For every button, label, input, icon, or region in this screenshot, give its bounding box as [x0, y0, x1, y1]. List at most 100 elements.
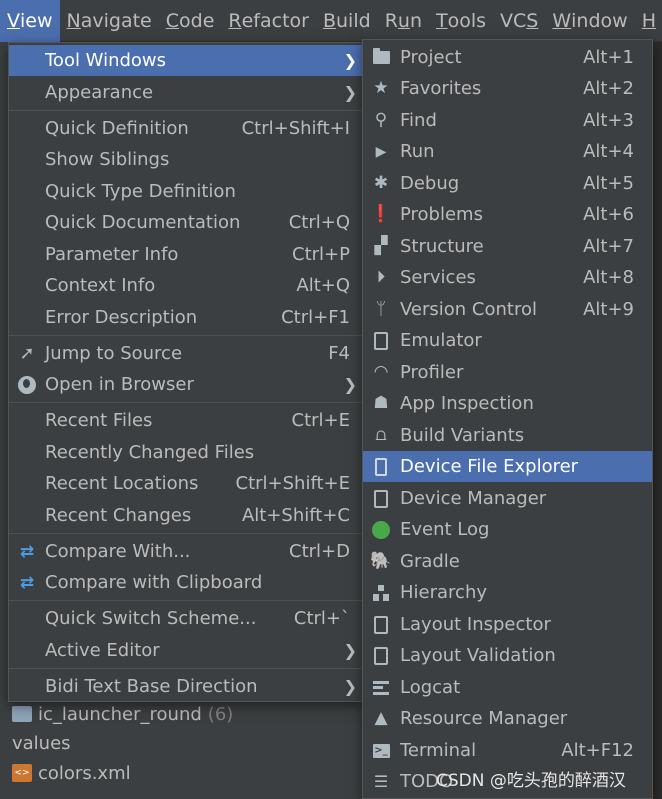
logcat-icon	[370, 677, 392, 699]
menu-item-shortcut: F4	[328, 343, 350, 364]
chevron-right-icon: ❯	[343, 83, 357, 102]
menu-item-problems[interactable]: ❗ Problems Alt+6	[363, 199, 652, 230]
folder-icon	[370, 47, 392, 69]
compare-icon: ⇄	[19, 541, 35, 562]
menu-item-project[interactable]: Project Alt+1	[363, 42, 652, 73]
menu-refactor[interactable]: Refactor	[221, 0, 316, 42]
menu-item-find[interactable]: ⚲ Find Alt+3	[363, 105, 652, 136]
menu-item-label: Emulator	[400, 330, 482, 351]
menu-item-terminal[interactable]: >_ Terminal Alt+F12	[363, 735, 652, 766]
menu-tools[interactable]: Tools	[429, 0, 493, 42]
android-icon: ⩍	[375, 425, 387, 445]
globe-icon	[16, 374, 38, 396]
menu-item-quick-type-definition[interactable]: Quick Type Definition	[9, 176, 362, 207]
menu-item-shortcut: Alt+F12	[561, 740, 634, 761]
layout-validation-icon	[370, 645, 392, 667]
menu-item-label: Event Log	[400, 519, 490, 540]
project-tree: ic_launcher_round (6) values <> colors.x…	[0, 700, 362, 799]
tree-row-label: colors.xml	[38, 762, 131, 784]
menu-item-gradle[interactable]: 🐘 Gradle	[363, 546, 652, 577]
menu-item-bidi-text-base-direction[interactable]: Bidi Text Base Direction ❯	[9, 671, 362, 702]
menu-item-compare-with[interactable]: ⇄ Compare With... Ctrl+D	[9, 536, 362, 567]
menu-item-parameter-info[interactable]: Parameter Info Ctrl+P	[9, 239, 362, 270]
menu-item-label: Compare with Clipboard	[45, 572, 263, 593]
menu-separator	[9, 533, 362, 534]
menu-item-event-log[interactable]: Event Log	[363, 514, 652, 545]
menu-item-show-siblings[interactable]: Show Siblings	[9, 144, 362, 175]
chevron-right-icon: ❯	[343, 641, 357, 660]
menu-item-profiler[interactable]: ◠ Profiler	[363, 357, 652, 388]
menu-window[interactable]: Window	[545, 0, 634, 42]
menu-run[interactable]: Run	[378, 0, 429, 42]
app-inspection-icon: ☗	[373, 393, 389, 413]
menu-item-recent-changes[interactable]: Recent Changes Alt+Shift+C	[9, 500, 362, 531]
menu-item-error-description[interactable]: Error Description Ctrl+F1	[9, 302, 362, 333]
menu-item-tool-windows[interactable]: Tool Windows ❯	[9, 45, 362, 76]
menu-code[interactable]: Code	[159, 0, 222, 42]
menu-item-context-info[interactable]: Context Info Alt+Q	[9, 270, 362, 301]
tree-row[interactable]: values	[12, 729, 71, 757]
menu-item-layout-validation[interactable]: Layout Validation	[363, 640, 652, 671]
menu-item-recent-locations[interactable]: Recent Locations Ctrl+Shift+E	[9, 468, 362, 499]
menu-separator	[9, 668, 362, 669]
version-control-icon: ᛘ	[375, 299, 387, 319]
menu-item-label: Context Info	[45, 275, 156, 296]
watermark: CSDN @吃头孢的醉酒汉	[436, 771, 626, 791]
menu-item-quick-switch-scheme[interactable]: Quick Switch Scheme... Ctrl+`	[9, 603, 362, 634]
menu-item-app-inspection[interactable]: ☗ App Inspection	[363, 388, 652, 419]
menu-item-label: Appearance	[45, 82, 154, 103]
menu-item-version-control[interactable]: ᛘ Version Control Alt+9	[363, 294, 652, 325]
bug-icon: ✱	[373, 173, 389, 193]
menu-item-label: Quick Definition	[45, 118, 189, 139]
event-log-icon	[370, 519, 392, 541]
menu-item-logcat[interactable]: Logcat	[363, 672, 652, 703]
menu-item-quick-definition[interactable]: Quick Definition Ctrl+Shift+I	[9, 113, 362, 144]
menu-item-services[interactable]: ⏵ Services Alt+8	[363, 262, 652, 293]
menu-build[interactable]: Build	[316, 0, 378, 42]
menu-item-quick-documentation[interactable]: Quick Documentation Ctrl+Q	[9, 207, 362, 238]
menu-item-label: Logcat	[400, 677, 461, 698]
tree-row[interactable]: ic_launcher_round (6)	[12, 700, 233, 728]
menu-item-appearance[interactable]: Appearance ❯	[9, 77, 362, 108]
hierarchy-icon	[370, 582, 392, 604]
menu-item-shortcut: Alt+9	[583, 299, 634, 320]
menu-item-label: Quick Switch Scheme...	[45, 608, 257, 629]
menu-item-label: Recently Changed Files	[45, 442, 255, 463]
menu-item-device-file-explorer[interactable]: Device File Explorer	[363, 451, 652, 482]
menu-separator	[9, 110, 362, 111]
menu-view[interactable]: View	[0, 0, 60, 42]
menu-item-build-variants[interactable]: ⩍ Build Variants	[363, 420, 652, 451]
menu-item-device-manager[interactable]: Device Manager	[363, 483, 652, 514]
menu-item-compare-with-clipboard[interactable]: ⇄ Compare with Clipboard	[9, 567, 362, 598]
menu-item-jump-to-source[interactable]: ➚ Jump to Source F4	[9, 338, 362, 369]
menu-item-shortcut: Alt+Shift+C	[241, 505, 350, 526]
search-icon: ⚲	[374, 110, 388, 130]
menu-item-shortcut: Ctrl+D	[289, 541, 350, 562]
menu-item-label: App Inspection	[400, 393, 534, 414]
menu-item-open-in-browser[interactable]: Open in Browser ❯	[9, 369, 362, 400]
menu-item-resource-manager[interactable]: ▲ Resource Manager	[363, 703, 652, 734]
menu-item-label: Parameter Info	[45, 244, 179, 265]
menu-item-favorites[interactable]: ★ Favorites Alt+2	[363, 73, 652, 104]
menu-item-recently-changed-files[interactable]: Recently Changed Files	[9, 437, 362, 468]
xml-file-icon: <>	[12, 764, 32, 782]
menu-item-label: Find	[400, 110, 437, 131]
menu-vcs[interactable]: VC S	[493, 0, 545, 42]
menu-item-emulator[interactable]: Emulator	[363, 325, 652, 356]
menu-item-label: Services	[400, 267, 476, 288]
menu-item-recent-files[interactable]: Recent Files Ctrl+E	[9, 405, 362, 436]
menu-item-structure[interactable]: ▞ Structure Alt+7	[363, 231, 652, 262]
menu-item-active-editor[interactable]: Active Editor ❯	[9, 635, 362, 666]
menu-help[interactable]: H	[635, 0, 662, 42]
menu-item-shortcut: Ctrl+E	[291, 410, 350, 431]
menu-item-layout-inspector[interactable]: Layout Inspector	[363, 609, 652, 640]
menu-separator	[9, 335, 362, 336]
tree-row[interactable]: <> colors.xml	[12, 759, 131, 787]
menu-item-run[interactable]: ▶ Run Alt+4	[363, 136, 652, 167]
menu-separator	[9, 402, 362, 403]
menu-item-hierarchy[interactable]: Hierarchy	[363, 577, 652, 608]
menu-item-label: Build Variants	[400, 425, 525, 446]
menu-item-shortcut: Ctrl+P	[292, 244, 350, 265]
menu-navigate[interactable]: Navigate	[60, 0, 159, 42]
menu-item-debug[interactable]: ✱ Debug Alt+5	[363, 168, 652, 199]
